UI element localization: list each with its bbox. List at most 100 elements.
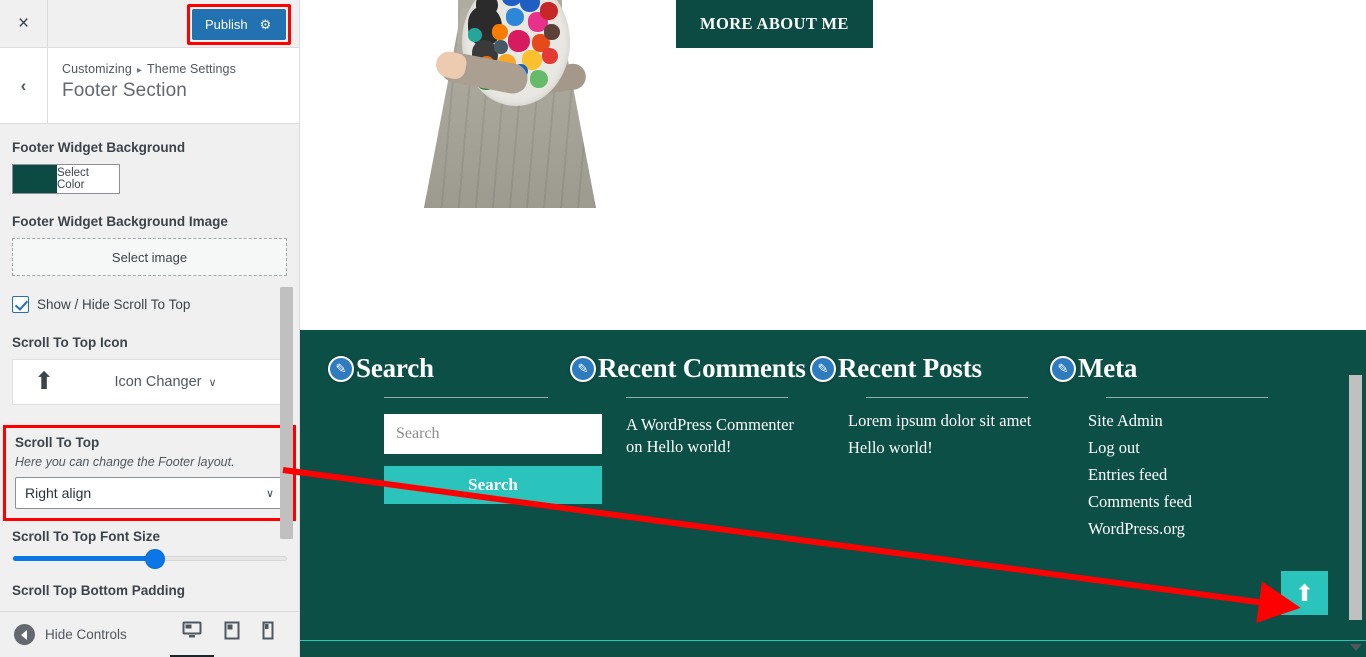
footer-widget-recent-posts: ✎ Recent Posts Lorem ipsum dolor sit ame… bbox=[810, 353, 1050, 546]
customizer-footer-bar: Hide Controls bbox=[0, 611, 299, 657]
list-item: Site Admin bbox=[1088, 411, 1290, 431]
meta-link[interactable]: Entries feed bbox=[1088, 465, 1167, 484]
title-divider bbox=[1106, 397, 1268, 399]
color-swatch[interactable] bbox=[13, 165, 57, 193]
list-item: Hello world! bbox=[848, 438, 1050, 458]
footer-bottom-divider bbox=[300, 640, 1366, 641]
title-divider bbox=[866, 397, 1028, 399]
chevron-down-icon: ∨ bbox=[208, 377, 217, 389]
select-image-button[interactable]: Select image bbox=[12, 238, 287, 276]
artist-photo bbox=[410, 0, 610, 265]
gear-icon[interactable]: ⚙ bbox=[260, 18, 272, 31]
paint-blob bbox=[468, 28, 482, 42]
control-show-hide-scroll-to-top[interactable]: Show / Hide Scroll To Top bbox=[12, 296, 287, 313]
breadcrumb-root[interactable]: Customizing bbox=[62, 62, 132, 76]
paint-blob bbox=[544, 24, 560, 40]
paint-blob bbox=[494, 40, 508, 54]
footer-layout-select[interactable]: Right align ∨ bbox=[15, 477, 284, 509]
footer-widget-background-label: Footer Widget Background bbox=[12, 140, 186, 155]
footer-columns: ✎ Search Search ✎ Recent Comments A Word… bbox=[300, 353, 1366, 546]
publish-highlight-box: Publish ⚙ bbox=[187, 4, 291, 45]
meta-link[interactable]: Site Admin bbox=[1088, 411, 1163, 430]
footer-widget-meta: ✎ Meta Site Admin Log out Entries feed C… bbox=[1050, 353, 1290, 546]
paint-blob bbox=[540, 2, 558, 20]
recent-comment-item: A WordPress Commenter on Hello world! bbox=[570, 414, 810, 459]
list-item: WordPress.org bbox=[1088, 519, 1290, 539]
chevron-down-icon: ∨ bbox=[265, 487, 274, 500]
hide-controls-button[interactable]: Hide Controls bbox=[14, 624, 127, 645]
color-picker[interactable]: Select Color bbox=[12, 164, 120, 194]
scroll-top-bottom-padding-label: Scroll Top Bottom Padding bbox=[12, 583, 185, 598]
page-title: Footer Section bbox=[62, 80, 187, 101]
footer-widget-search: ✎ Search Search bbox=[328, 353, 602, 546]
widget-title: Recent Posts bbox=[838, 353, 982, 383]
paint-blob bbox=[492, 24, 508, 40]
meta-link[interactable]: Log out bbox=[1088, 438, 1140, 457]
pencil-edit-icon[interactable]: ✎ bbox=[810, 356, 836, 382]
show-hide-checkbox[interactable] bbox=[12, 296, 29, 313]
scroll-to-top-icon-label: Scroll To Top Icon bbox=[12, 335, 128, 350]
icon-changer-dropdown[interactable]: ⬆ Icon Changer ∨ bbox=[12, 359, 287, 405]
preview-scroll-down-caret-icon[interactable] bbox=[1350, 644, 1362, 651]
recent-posts-list: Lorem ipsum dolor sit amet Hello world! bbox=[810, 411, 1050, 458]
paint-blob bbox=[530, 70, 548, 88]
scroll-to-top-label: Scroll To Top bbox=[15, 435, 100, 450]
footer-widget-recent-comments: ✎ Recent Comments A WordPress Commenter … bbox=[570, 353, 810, 546]
recent-post-link[interactable]: Lorem ipsum dolor sit amet bbox=[848, 411, 1031, 430]
control-footer-widget-background: Footer Widget Background Select Color bbox=[12, 140, 287, 194]
hide-controls-label: Hide Controls bbox=[45, 627, 127, 642]
meta-link[interactable]: WordPress.org bbox=[1088, 519, 1185, 538]
footer-layout-selected-value: Right align bbox=[25, 485, 92, 501]
paint-blob bbox=[506, 8, 524, 26]
select-image-label: Select image bbox=[111, 249, 188, 265]
select-color-label: Select Color bbox=[57, 167, 89, 191]
customizer-header: × Publish ⚙ bbox=[0, 0, 299, 48]
list-item: Comments feed bbox=[1088, 492, 1290, 512]
control-footer-widget-background-image: Footer Widget Background Image Select im… bbox=[12, 214, 287, 276]
paint-blob bbox=[520, 0, 540, 12]
control-scroll-to-top-font-size: Scroll To Top Font Size bbox=[12, 529, 287, 568]
meta-list: Site Admin Log out Entries feed Comments… bbox=[1050, 411, 1290, 539]
comment-author[interactable]: A WordPress Commenter bbox=[626, 415, 794, 434]
site-footer: ✎ Search Search ✎ Recent Comments A Word… bbox=[300, 330, 1366, 657]
icon-changer-label: Icon Changer ∨ bbox=[75, 374, 286, 390]
publish-button[interactable]: Publish ⚙ bbox=[192, 9, 286, 40]
pencil-edit-icon[interactable]: ✎ bbox=[570, 356, 596, 382]
scroll-to-top-description: Here you can change the Footer layout. bbox=[15, 455, 235, 469]
arrow-up-icon: ⬆ bbox=[1294, 580, 1315, 606]
more-about-me-button[interactable]: MORE ABOUT ME bbox=[676, 0, 873, 48]
breadcrumb: Customizing ▸ Theme Settings bbox=[62, 62, 236, 76]
publish-label: Publish bbox=[205, 17, 248, 32]
preview-scrollbar-thumb[interactable] bbox=[1349, 375, 1362, 620]
pencil-edit-icon[interactable]: ✎ bbox=[328, 356, 354, 382]
controls-panel: Footer Widget Background Select Color Fo… bbox=[0, 124, 299, 654]
collapse-icon bbox=[14, 624, 35, 645]
widget-title: Recent Comments bbox=[598, 353, 806, 383]
tablet-icon[interactable] bbox=[224, 621, 240, 649]
meta-link[interactable]: Comments feed bbox=[1088, 492, 1192, 511]
list-item: Lorem ipsum dolor sit amet bbox=[848, 411, 1050, 431]
sidebar-scrollbar-thumb[interactable] bbox=[280, 287, 293, 539]
scroll-to-top-highlight-box: Scroll To Top Here you can change the Fo… bbox=[3, 425, 296, 521]
slider-fill bbox=[13, 556, 155, 561]
recent-post-link[interactable]: Hello world! bbox=[848, 438, 933, 457]
breadcrumb-parent[interactable]: Theme Settings bbox=[147, 62, 236, 76]
paint-blob bbox=[542, 48, 558, 64]
site-preview: MORE ABOUT ME ✎ Search Search ✎ Recent C… bbox=[300, 0, 1366, 657]
footer-widget-background-image-label: Footer Widget Background Image bbox=[12, 214, 228, 229]
breadcrumb-separator-icon: ▸ bbox=[136, 65, 142, 76]
comment-post-link[interactable]: Hello world! bbox=[647, 437, 732, 456]
scroll-to-top-button[interactable]: ⬆ bbox=[1281, 571, 1328, 615]
desktop-icon[interactable] bbox=[182, 621, 202, 649]
icon-changer-text: Icon Changer bbox=[114, 374, 202, 390]
close-icon[interactable]: × bbox=[0, 0, 48, 47]
mobile-icon[interactable] bbox=[262, 621, 274, 649]
pencil-edit-icon[interactable]: ✎ bbox=[1050, 356, 1076, 382]
slider-thumb[interactable] bbox=[145, 550, 164, 568]
list-item: Entries feed bbox=[1088, 465, 1290, 485]
customizer-sidebar: × Publish ⚙ ‹ Customizing ▸ Theme Settings… bbox=[0, 0, 300, 657]
back-chevron-icon[interactable]: ‹ bbox=[0, 48, 48, 123]
title-divider bbox=[626, 397, 788, 399]
list-item: Log out bbox=[1088, 438, 1290, 458]
font-size-slider[interactable] bbox=[12, 550, 287, 568]
